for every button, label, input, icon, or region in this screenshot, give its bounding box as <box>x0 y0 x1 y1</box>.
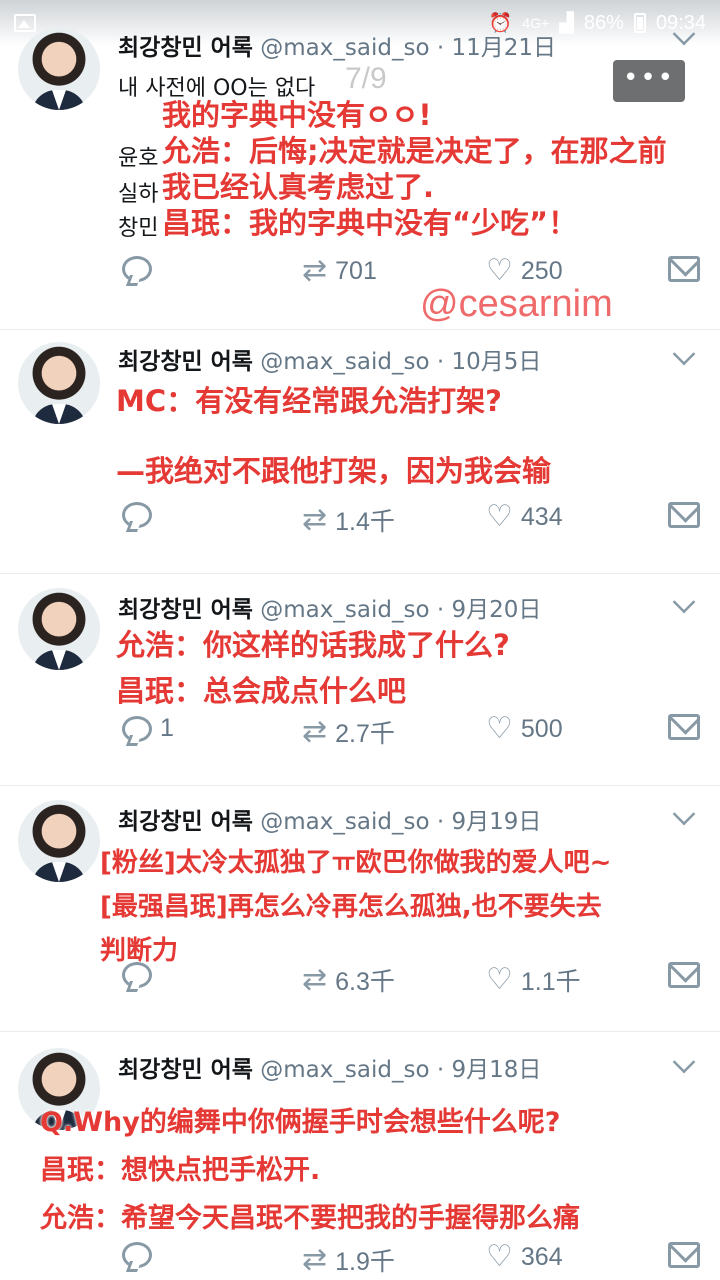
tweet-actions: ⇄ 6.3千 ♡ 1.1千 <box>0 962 720 1002</box>
like-button[interactable]: ♡ 434 <box>486 502 563 532</box>
original-text: 실하 <box>118 182 159 207</box>
retweet-icon: ⇄ <box>302 715 328 748</box>
chevron-down-icon[interactable] <box>672 590 696 614</box>
reply-button[interactable]: 1 <box>122 714 174 743</box>
avatar[interactable] <box>18 800 100 882</box>
translation-line: 昌珉：我的字典中没有“少吃”！ <box>162 206 578 240</box>
reply-icon <box>122 502 152 528</box>
like-button[interactable]: ♡ 1.1千 <box>486 962 581 998</box>
tweet-actions: ⇄ 1.9千 ♡ 364 <box>0 1242 720 1280</box>
display-name[interactable]: 최강창민 어록 <box>118 1057 253 1083</box>
retweet-button[interactable]: ⇄ 1.9千 <box>302 1242 395 1278</box>
original-text: 창민 <box>118 216 159 241</box>
heart-icon: ♡ <box>486 712 513 745</box>
tweet-5[interactable]: 최강창민 어록 @max_said_so · 9月18日 Q.Why的编舞中你俩… <box>0 1032 720 1280</box>
reply-icon <box>122 962 152 988</box>
tweet-4[interactable]: 최강창민 어록 @max_said_so · 9月19日 [粉丝]太冷太孤独了ㅠ… <box>0 786 720 1032</box>
translation-line: 昌珉：总会成点什么吧 <box>116 674 407 708</box>
tweet-header: 최강창민 어록 @max_said_so · 9月19日 <box>118 802 541 836</box>
avatar[interactable] <box>18 28 100 110</box>
tweet-header: 최강창민 어록 @max_said_so · 11月21日 <box>118 28 556 62</box>
handle-date: @max_said_so · 10月5日 <box>260 349 542 375</box>
display-name[interactable]: 최강창민 어록 <box>118 35 253 61</box>
mail-icon <box>668 502 700 528</box>
reply-icon <box>122 1242 152 1268</box>
mail-icon <box>668 714 700 740</box>
tweet-1[interactable]: 최강창민 어록 @max_said_so · 11月21日 내 사전에 OO는 … <box>0 20 720 330</box>
share-button[interactable] <box>668 256 700 282</box>
tweet-2[interactable]: 최강창민 어록 @max_said_so · 10月5日 MC：有没有经常跟允浩… <box>0 330 720 574</box>
share-button[interactable] <box>668 502 700 528</box>
chevron-down-icon[interactable] <box>672 802 696 826</box>
share-button[interactable] <box>668 1242 700 1268</box>
retweet-button[interactable]: ⇄ 2.7千 <box>302 714 395 750</box>
translation-line: 允浩：希望今天昌珉不要把我的手握得那么痛 <box>40 1203 580 1234</box>
heart-icon: ♡ <box>486 1240 513 1273</box>
retweet-button[interactable]: ⇄ 701 <box>302 256 377 286</box>
retweet-icon: ⇄ <box>302 503 328 536</box>
mail-icon <box>668 962 700 988</box>
display-name[interactable]: 최강창민 어록 <box>118 597 253 623</box>
avatar[interactable] <box>18 588 100 670</box>
retweet-icon: ⇄ <box>302 1243 328 1276</box>
tweet-header: 최강창민 어록 @max_said_so · 9月18日 <box>118 1050 541 1084</box>
like-button[interactable]: ♡ 500 <box>486 714 563 744</box>
share-button[interactable] <box>668 714 700 740</box>
tweet-actions: ⇄ 1.4千 ♡ 434 <box>0 502 720 542</box>
tweet-header: 최강창민 어록 @max_said_so · 9月20日 <box>118 590 541 624</box>
tweet-actions: ⇄ 701 ♡ 250 <box>0 256 720 296</box>
reply-button[interactable] <box>122 962 160 988</box>
reply-icon <box>122 256 152 282</box>
translation-line: Q.Why的编舞中你俩握手时会想些什么呢? <box>40 1107 561 1138</box>
handle-date: @max_said_so · 9月20日 <box>260 597 542 623</box>
heart-icon: ♡ <box>486 963 513 996</box>
retweet-button[interactable]: ⇄ 1.4千 <box>302 502 395 538</box>
reply-icon <box>122 715 152 742</box>
mail-icon <box>668 1242 700 1268</box>
avatar[interactable] <box>18 342 100 424</box>
heart-icon: ♡ <box>486 500 513 533</box>
display-name[interactable]: 최강창민 어록 <box>118 349 253 375</box>
reply-button[interactable] <box>122 1242 160 1268</box>
retweet-icon: ⇄ <box>302 254 328 287</box>
display-name[interactable]: 최강창민 어록 <box>118 809 253 835</box>
translation-line: [粉丝]太冷太孤独了ㅠ欧巴你做我的爱人吧~ <box>100 848 612 878</box>
translation-line: 允浩：你这样的话我成了什么? <box>116 628 510 662</box>
like-button[interactable]: ♡ 250 <box>486 256 563 286</box>
tweet-actions: 1 ⇄ 2.7千 ♡ 500 <box>0 714 720 754</box>
chevron-down-icon[interactable] <box>672 1050 696 1074</box>
translation-line: —我绝对不跟他打架，因为我会输 <box>116 454 552 488</box>
handle-date: @max_said_so · 9月18日 <box>260 1057 542 1083</box>
tweet-header: 최강창민 어록 @max_said_so · 10月5日 <box>118 342 541 376</box>
reply-button[interactable] <box>122 502 160 528</box>
like-button[interactable]: ♡ 364 <box>486 1242 563 1272</box>
share-button[interactable] <box>668 962 700 988</box>
retweet-icon: ⇄ <box>302 963 328 996</box>
reply-button[interactable] <box>122 256 160 282</box>
heart-icon: ♡ <box>486 254 513 287</box>
translation-line: [最强昌珉]再怎么冷再怎么孤独,也不要失去 <box>100 892 602 922</box>
handle-date: @max_said_so · 11月21日 <box>260 35 556 61</box>
retweet-button[interactable]: ⇄ 6.3千 <box>302 962 395 998</box>
chevron-down-icon[interactable] <box>672 22 696 46</box>
translation-line: MC：有没有经常跟允浩打架? <box>116 384 502 418</box>
original-text: 윤호 <box>118 146 159 171</box>
handle-date: @max_said_so · 9月19日 <box>260 809 542 835</box>
translation-line: 昌珉：想快点把手松开. <box>40 1155 321 1186</box>
mail-icon <box>668 256 700 282</box>
chevron-down-icon[interactable] <box>672 342 696 366</box>
tweet-3[interactable]: 최강창민 어록 @max_said_so · 9月20日 允浩：你这样的话我成了… <box>0 574 720 786</box>
